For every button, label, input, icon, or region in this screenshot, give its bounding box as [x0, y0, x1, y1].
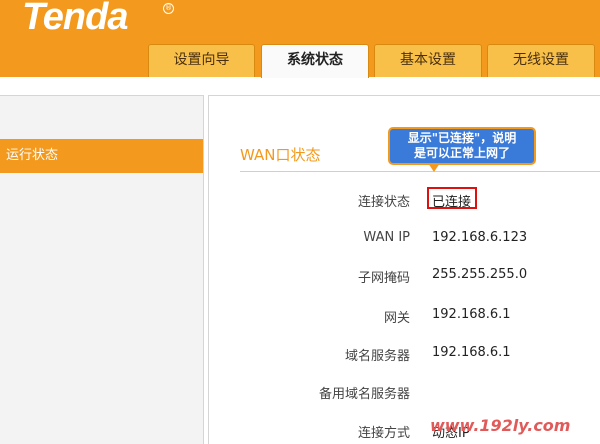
annotation-line-2: 是可以正常上网了: [413, 146, 510, 160]
tenda-logo: Tenda: [22, 0, 128, 38]
value-subnet-mask: 255.255.255.0: [432, 267, 528, 282]
value-wan-ip: 192.168.6.123: [432, 230, 528, 245]
label-subnet-mask: 子网掩码: [357, 271, 410, 286]
tab-basic-settings[interactable]: 基本设置: [374, 44, 482, 77]
label-backup-dns-server: 备用域名服务器: [318, 387, 410, 402]
annotation-text: 显示"已连接"，说明 是可以正常上网了: [390, 131, 534, 161]
registered-mark: ®: [163, 3, 174, 14]
tab-system-status[interactable]: 系统状态: [261, 44, 369, 78]
section-divider: [240, 171, 600, 172]
value-gateway: 192.168.6.1: [432, 307, 511, 322]
label-connection-status: 连接状态: [357, 195, 410, 210]
tab-wireless-settings[interactable]: 无线设置: [487, 44, 595, 77]
tab-setup-wizard[interactable]: 设置向导: [148, 44, 255, 77]
annotation-callout: 显示"已连接"，说明 是可以正常上网了: [388, 127, 536, 165]
label-wan-ip: WAN IP: [363, 230, 410, 245]
label-gateway: 网关: [383, 311, 410, 326]
section-title: WAN口状态: [240, 146, 321, 164]
annotation-line-1: 显示"已连接"，说明: [407, 131, 517, 145]
callout-tail: [428, 163, 440, 172]
value-dns-server: 192.168.6.1: [432, 345, 511, 360]
watermark: www.192ly.com: [430, 416, 571, 435]
sidebar-item-run-status[interactable]: 运行状态: [0, 139, 203, 173]
label-connection-type: 连接方式: [357, 426, 410, 441]
status-highlight-box: [427, 187, 477, 209]
label-dns-server: 域名服务器: [344, 349, 410, 364]
